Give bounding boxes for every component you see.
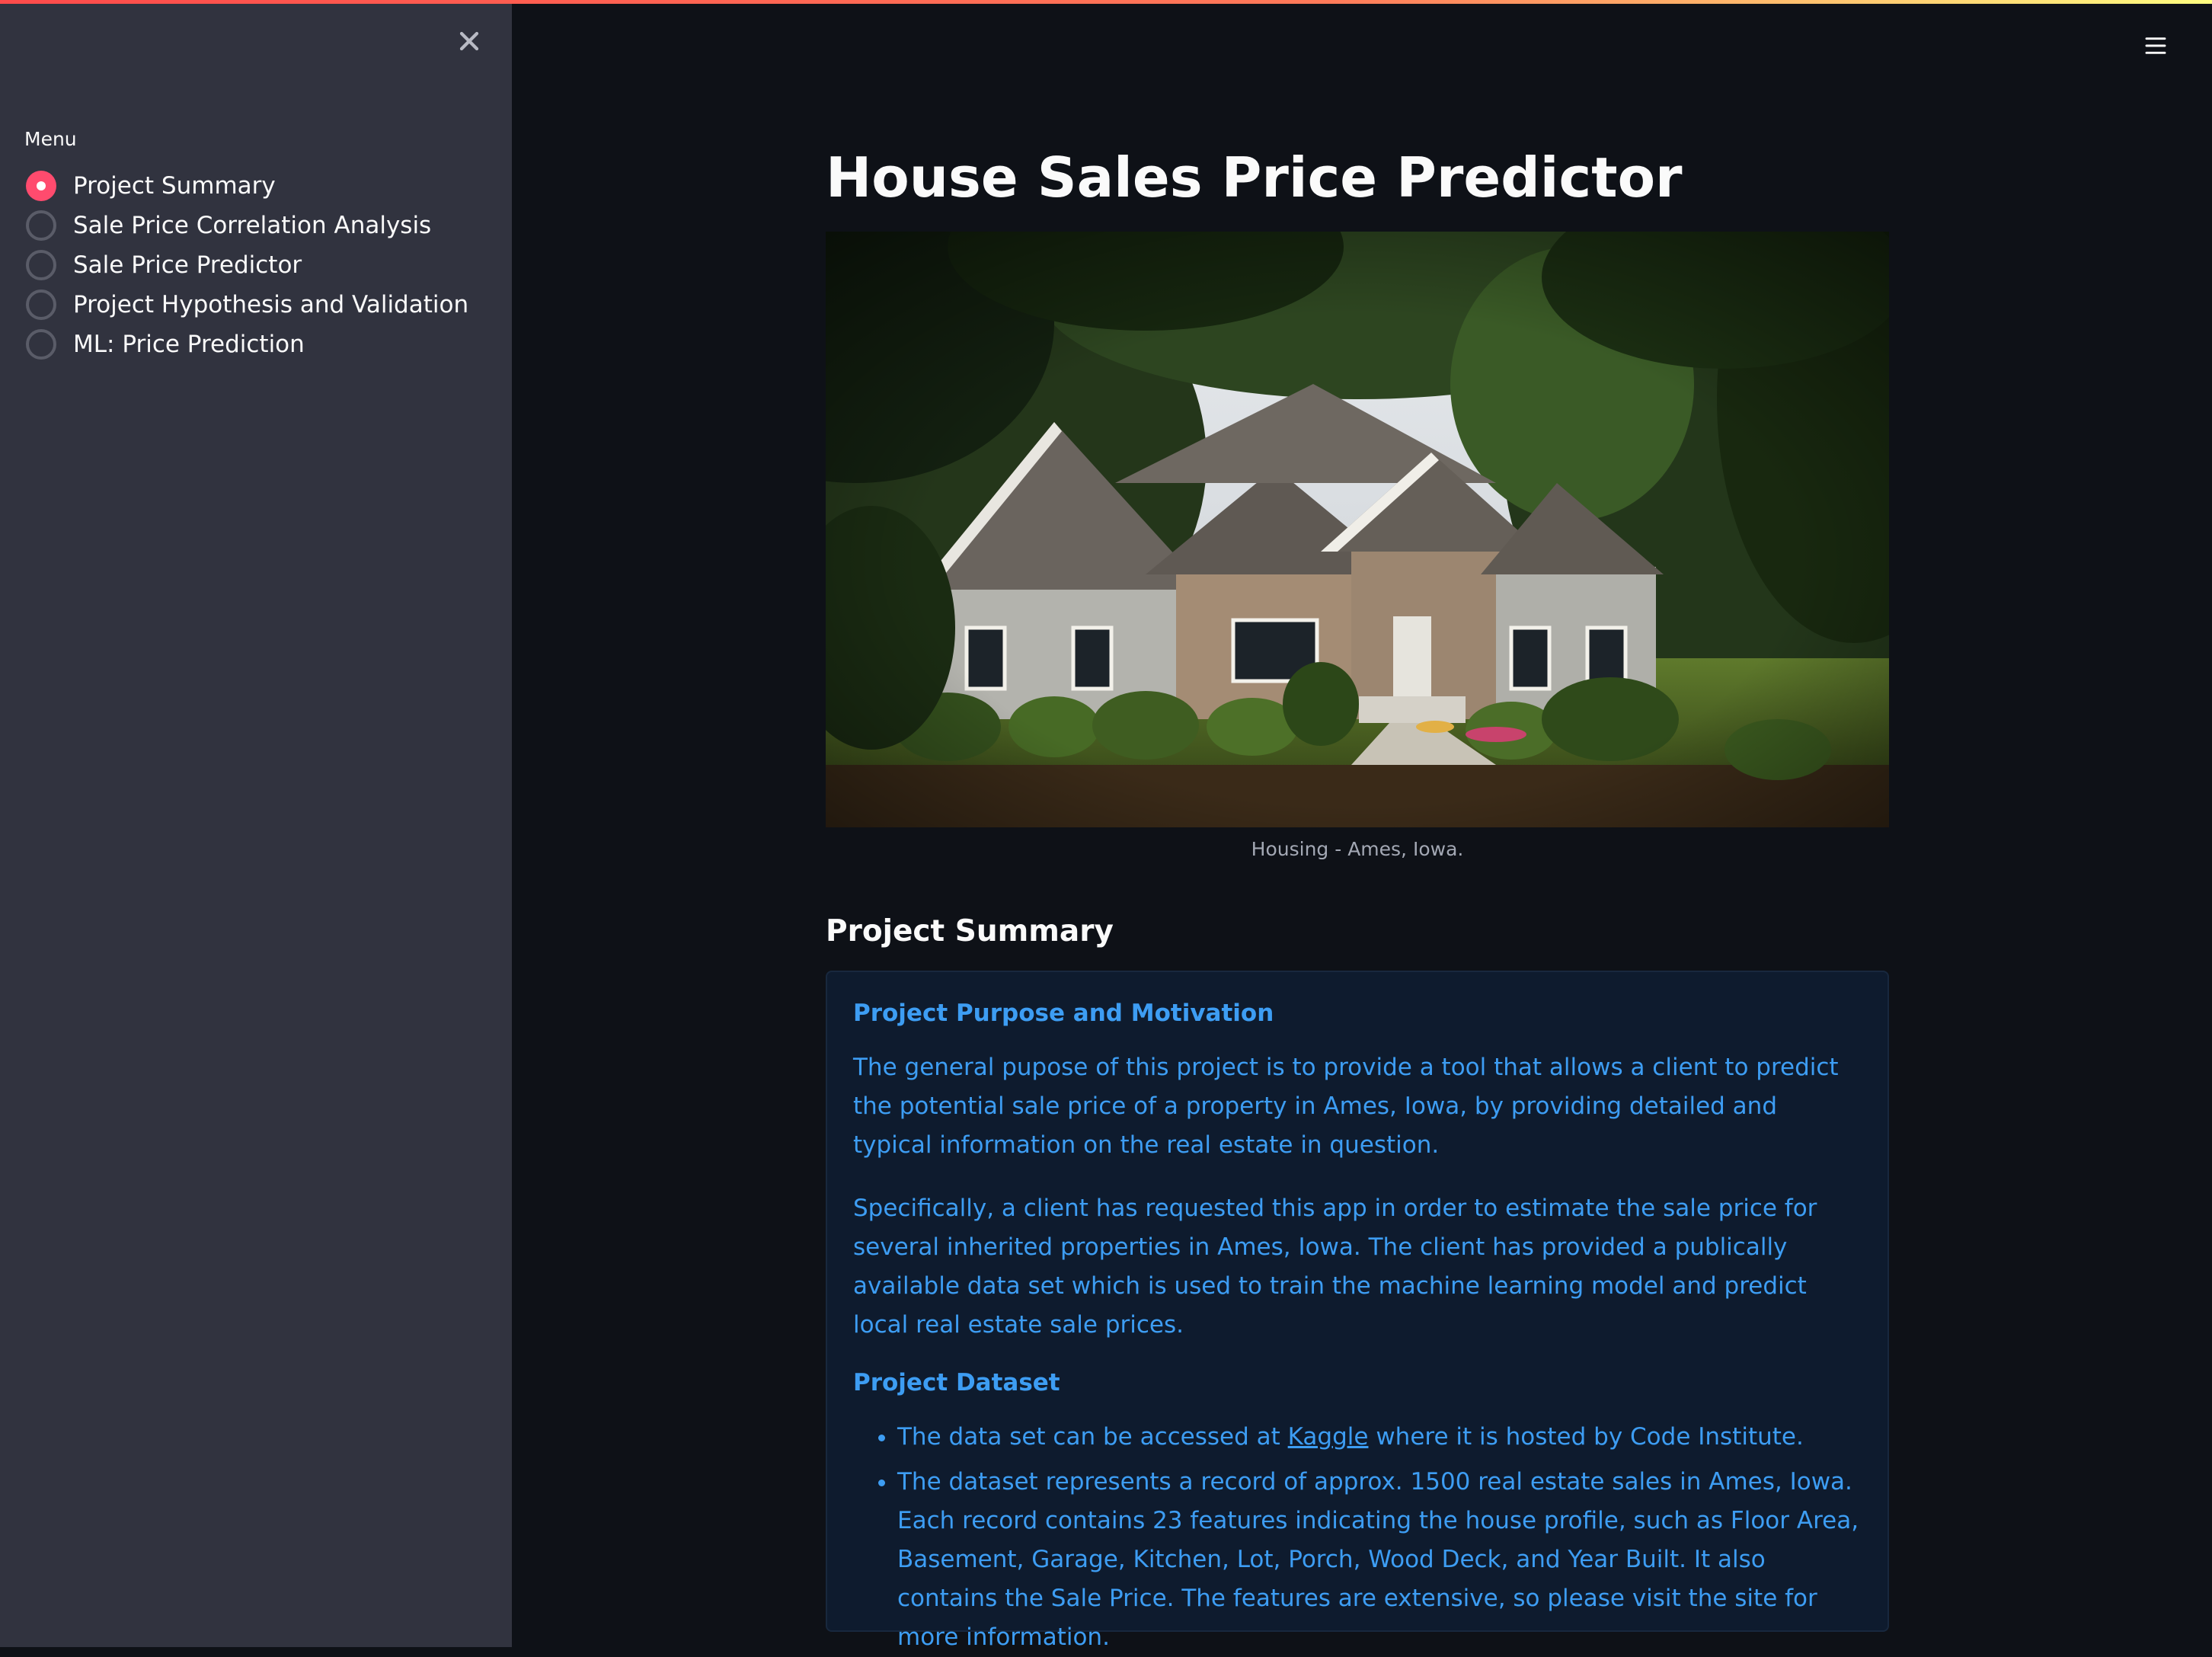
top-decoration-bar: [0, 0, 2212, 4]
menu-item-label: Project Summary: [73, 172, 276, 200]
section-heading: Project Summary: [826, 914, 1114, 948]
close-icon: [459, 31, 479, 51]
menu-item-label: Sale Price Predictor: [73, 251, 302, 279]
menu-item-label: ML: Price Prediction: [73, 331, 305, 358]
menu-item-label: Sale Price Correlation Analysis: [73, 212, 432, 239]
radio-unselected-icon[interactable]: [26, 329, 56, 360]
radio-unselected-icon[interactable]: [26, 210, 56, 241]
sidebar: Menu Project Summary Sale Price Correlat…: [0, 0, 512, 1647]
radio-unselected-icon[interactable]: [26, 289, 56, 320]
purpose-heading: Project Purpose and Motivation: [853, 1000, 1274, 1027]
menu-item-sale-price-predictor[interactable]: Sale Price Predictor: [26, 245, 468, 285]
purpose-paragraph: The general pupose of this project is to…: [853, 1054, 1839, 1159]
list-item: The dataset represents a record of appro…: [897, 1463, 1862, 1657]
menu-item-project-summary[interactable]: Project Summary: [26, 166, 468, 206]
image-caption: Housing - Ames, Iowa.: [1251, 838, 1464, 860]
menu-item-label: Project Hypothesis and Validation: [73, 291, 469, 318]
info-box: Project Purpose and Motivation The gener…: [826, 971, 1889, 1651]
menu-item-project-hypothesis-and-validation[interactable]: Project Hypothesis and Validation: [26, 285, 468, 325]
menu-radio-group: Project Summary Sale Price Correlation A…: [26, 166, 468, 364]
list-item: The data set can be accessed at Kaggle w…: [897, 1418, 1862, 1457]
menu-item-ml-price-prediction[interactable]: ML: Price Prediction: [26, 325, 468, 364]
radio-unselected-icon[interactable]: [26, 250, 56, 280]
hamburger-menu-icon: [2145, 37, 2166, 54]
page-title: House Sales Price Predictor: [826, 146, 1683, 210]
house-photo-illustration: [826, 232, 1889, 827]
menu-label: Menu: [24, 128, 77, 150]
menu-item-sale-price-correlation-analysis[interactable]: Sale Price Correlation Analysis: [26, 206, 468, 245]
dataset-list: The data set can be accessed at Kaggle w…: [853, 1418, 1862, 1657]
purpose-paragraph: Specifically, a client has requested thi…: [853, 1195, 1817, 1339]
sidebar-close-button[interactable]: [452, 24, 486, 58]
main-menu-button[interactable]: [2139, 29, 2172, 62]
house-photo: [826, 232, 1889, 827]
kaggle-link[interactable]: Kaggle: [1288, 1423, 1369, 1451]
radio-selected-icon[interactable]: [26, 171, 56, 201]
list-item-text: where it is hosted by Code Institute.: [1368, 1423, 1804, 1451]
dataset-heading: Project Dataset: [853, 1369, 1060, 1396]
list-item-text: The data set can be accessed at: [897, 1423, 1288, 1451]
